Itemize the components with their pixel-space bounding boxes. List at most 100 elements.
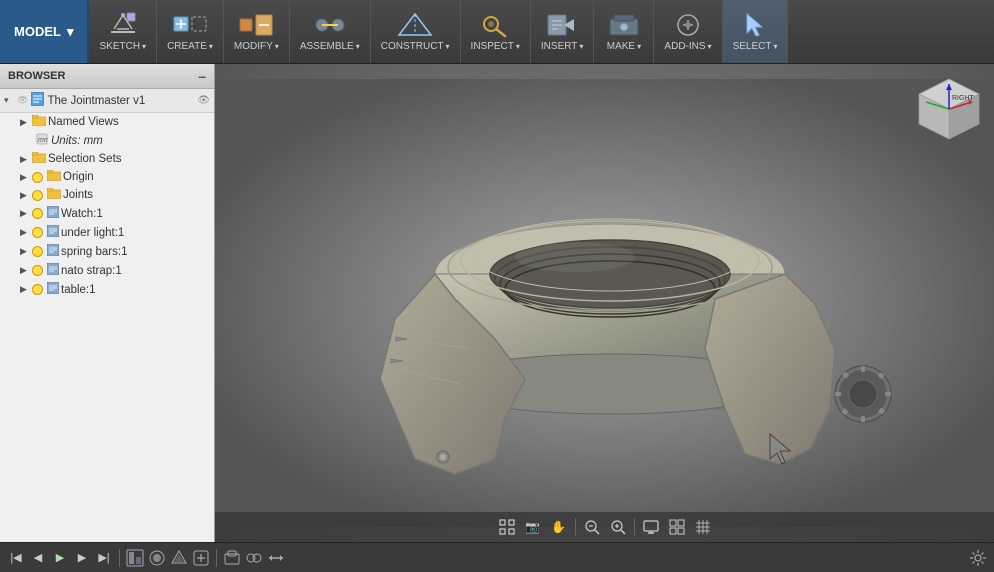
make-icons xyxy=(606,11,642,39)
construct-group[interactable]: CONSTRUCT▾ xyxy=(371,0,461,63)
table-chevron: ▶ xyxy=(20,284,30,295)
under-light-item[interactable]: ▶ under light:1 xyxy=(0,223,214,242)
selection-sets-label: Selection Sets xyxy=(48,153,122,165)
table-component xyxy=(47,282,59,297)
root-chevron: ▾ xyxy=(4,95,14,106)
table-bulb xyxy=(32,284,43,295)
sketch-icons xyxy=(109,11,137,39)
select-label: SELECT▾ xyxy=(733,41,778,52)
forward-end-btn[interactable]: ▶| xyxy=(94,548,114,568)
vp-fit-btn[interactable] xyxy=(495,516,519,538)
rewind-btn[interactable]: ◀ xyxy=(28,548,48,568)
vp-display-btn[interactable] xyxy=(639,516,663,538)
root-eye[interactable]: 👁 xyxy=(17,95,28,106)
named-views-chevron: ▶ xyxy=(20,117,30,128)
named-views-item[interactable]: ▶ Named Views xyxy=(0,113,214,131)
origin-label: Origin xyxy=(63,171,94,183)
named-views-label: Named Views xyxy=(48,116,119,128)
spring-bars-item[interactable]: ▶ spring bars:1 xyxy=(0,242,214,261)
viewport-toolbar: 📷 ✋ xyxy=(215,512,994,542)
under-light-component xyxy=(47,225,59,240)
inspect-icons xyxy=(477,11,513,39)
model-canvas: RIGHT 📷 ✋ xyxy=(215,64,994,542)
select-group[interactable]: SELECT▾ xyxy=(723,0,789,63)
origin-item[interactable]: ▶ Origin xyxy=(0,168,214,186)
table-label: table:1 xyxy=(61,284,96,296)
modify-icons xyxy=(238,11,274,39)
browser-content: ▾ 👁 The Jointmaster v1 👁 ▶ Named Views xyxy=(0,89,214,542)
nav-cube[interactable]: RIGHT xyxy=(914,74,984,144)
watch-item[interactable]: ▶ Watch:1 xyxy=(0,204,214,223)
bottom-icon-5[interactable] xyxy=(222,548,242,568)
joints-label: Joints xyxy=(63,189,93,201)
table-item[interactable]: ▶ table:1 xyxy=(0,280,214,299)
joints-item[interactable]: ▶ Joints xyxy=(0,186,214,204)
add-ins-label: ADD-INS▾ xyxy=(664,41,711,52)
model-label: MODEL xyxy=(14,24,61,39)
viewport[interactable]: RIGHT 📷 ✋ xyxy=(215,64,994,542)
nato-strap-item[interactable]: ▶ nato strap:1 xyxy=(0,261,214,280)
make-group[interactable]: MAKE▾ xyxy=(594,0,654,63)
insert-group[interactable]: INSERT▾ xyxy=(531,0,595,63)
create-label: CREATE▾ xyxy=(167,41,213,52)
vp-zoom-in-btn[interactable] xyxy=(606,516,630,538)
watch-label: Watch:1 xyxy=(61,208,103,220)
bottom-icon-1[interactable] xyxy=(125,548,145,568)
svg-text:RIGHT: RIGHT xyxy=(952,95,975,102)
vp-grid-btn[interactable] xyxy=(665,516,689,538)
origin-chevron: ▶ xyxy=(20,172,30,183)
origin-bulb xyxy=(32,172,43,183)
assemble-icons xyxy=(312,11,348,39)
named-views-folder xyxy=(32,115,46,129)
sketch-label: SKETCH▾ xyxy=(99,41,146,52)
forward-btn[interactable]: ▶ xyxy=(72,548,92,568)
root-eye2[interactable]: 👁 xyxy=(197,95,210,106)
root-doc-icon xyxy=(31,92,44,109)
vp-grid2-btn[interactable] xyxy=(691,516,715,538)
spring-bars-chevron: ▶ xyxy=(20,246,30,257)
browser-panel: BROWSER – ▾ 👁 The Jointmaster v1 👁 ▶ Na xyxy=(0,64,215,542)
inspect-label: INSPECT▾ xyxy=(471,41,520,52)
browser-header: BROWSER – xyxy=(0,64,214,89)
play-btn[interactable]: ▶ xyxy=(50,548,70,568)
bottom-icon-4[interactable] xyxy=(191,548,211,568)
tree-root-item[interactable]: ▾ 👁 The Jointmaster v1 👁 xyxy=(0,89,214,113)
selection-sets-item[interactable]: ▶ Selection Sets xyxy=(0,150,214,168)
create-group[interactable]: CREATE▾ xyxy=(157,0,224,63)
assemble-label: ASSEMBLE▾ xyxy=(300,41,360,52)
bottom-settings-btn[interactable] xyxy=(968,548,988,568)
insert-label: INSERT▾ xyxy=(541,41,584,52)
watch-chevron: ▶ xyxy=(20,208,30,219)
vp-zoom-out-btn[interactable] xyxy=(580,516,604,538)
bottom-icon-2[interactable] xyxy=(147,548,167,568)
nato-strap-bulb xyxy=(32,265,43,276)
model-svg xyxy=(215,64,994,542)
model-button[interactable]: MODEL ▾ xyxy=(0,0,89,63)
watch-component xyxy=(47,206,59,221)
modify-group[interactable]: MODIFY▾ xyxy=(224,0,290,63)
vp-sep-2 xyxy=(634,518,635,536)
insert-icons xyxy=(544,11,580,39)
joints-bulb xyxy=(32,190,43,201)
selection-sets-chevron: ▶ xyxy=(20,154,30,165)
spring-bars-component xyxy=(47,244,59,259)
bottom-icon-7[interactable] xyxy=(266,548,286,568)
sketch-group[interactable]: SKETCH▾ xyxy=(89,0,157,63)
bottom-icon-3[interactable] xyxy=(169,548,189,568)
units-item: mm Units: mm xyxy=(0,131,214,150)
inspect-group[interactable]: INSPECT▾ xyxy=(461,0,531,63)
select-icons xyxy=(741,11,769,39)
construct-icons xyxy=(397,11,433,39)
browser-collapse-btn[interactable]: – xyxy=(198,68,206,84)
vp-camera-btn[interactable]: 📷 xyxy=(521,516,545,538)
joints-chevron: ▶ xyxy=(20,190,30,201)
assemble-group[interactable]: ASSEMBLE▾ xyxy=(290,0,371,63)
nato-strap-chevron: ▶ xyxy=(20,265,30,276)
add-ins-group[interactable]: ADD-INS▾ xyxy=(654,0,722,63)
under-light-label: under light:1 xyxy=(61,227,124,239)
make-label: MAKE▾ xyxy=(607,41,641,52)
bottom-icon-6[interactable] xyxy=(244,548,264,568)
rewind-start-btn[interactable]: |◀ xyxy=(6,548,26,568)
vp-pan-btn[interactable]: ✋ xyxy=(547,516,571,538)
vp-sep-1 xyxy=(575,518,576,536)
